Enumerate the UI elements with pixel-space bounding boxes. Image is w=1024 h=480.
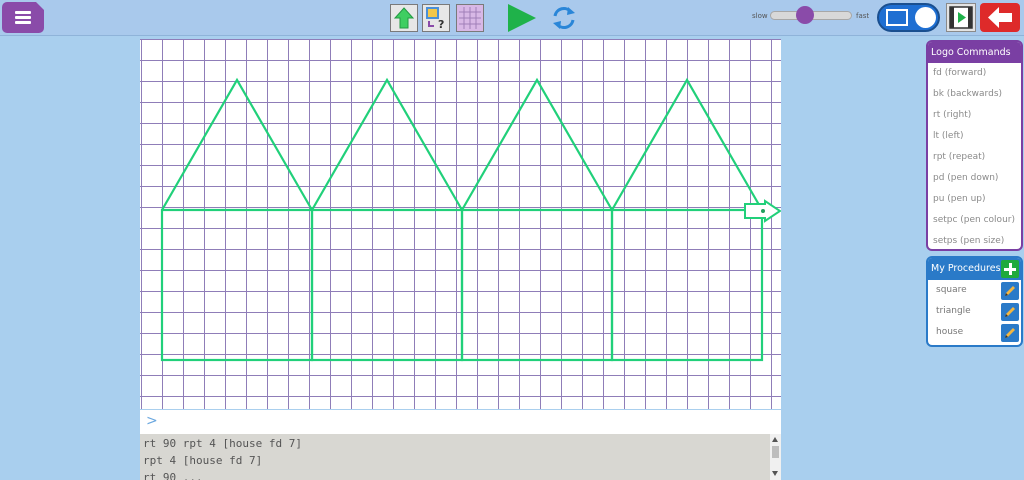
command-history[interactable]: rt 90 rpt 4 [house fd 7] rpt 4 [house fd…	[140, 434, 781, 480]
hamburger-icon	[15, 11, 31, 14]
procedure-label: house	[936, 327, 964, 337]
edit-procedure-button[interactable]	[1001, 324, 1019, 342]
scroll-up-icon[interactable]	[772, 437, 778, 442]
up-arrow-icon	[393, 7, 415, 29]
house-square-3	[460, 208, 614, 362]
edit-procedure-button[interactable]	[1001, 303, 1019, 321]
logo-commands-panel: Logo Commands fd (forward) bk (backwards…	[926, 40, 1023, 251]
command-item-lt[interactable]: lt (left)	[928, 126, 1021, 147]
turtle-home-button[interactable]	[390, 4, 418, 32]
turtle-drawing	[160, 77, 781, 362]
speed-slider-thumb[interactable]	[796, 6, 814, 24]
house-square-1	[160, 208, 314, 362]
film-play-icon	[949, 6, 973, 29]
history-scrollbar[interactable]	[770, 434, 781, 480]
command-item-pu[interactable]: pu (pen up)	[928, 189, 1021, 210]
procedures-header: My Procedures	[928, 258, 1021, 280]
text-view-icon	[886, 9, 908, 26]
house-roof-3	[461, 77, 613, 211]
house-roof-2	[311, 77, 463, 211]
house-roof-1	[161, 77, 313, 211]
turtle-arrow-icon	[744, 199, 781, 223]
menu-corner-fold	[36, 2, 44, 10]
logo-commands-title: Logo Commands	[928, 42, 1021, 63]
back-arrow-icon	[988, 7, 1012, 28]
procedures-title: My Procedures	[931, 263, 1001, 274]
pencil-icon	[1005, 328, 1015, 338]
procedure-item-house[interactable]: house	[928, 322, 1021, 343]
video-button[interactable]	[946, 3, 976, 32]
menu-button[interactable]	[2, 2, 44, 33]
command-item-rt[interactable]: rt (right)	[928, 105, 1021, 126]
procedure-label: triangle	[936, 306, 971, 316]
history-line[interactable]: rpt 4 [house fd 7]	[143, 454, 262, 467]
play-button[interactable]	[506, 3, 538, 33]
procedure-item-triangle[interactable]: triangle	[928, 301, 1021, 322]
drawing-canvas[interactable]	[140, 39, 781, 409]
pencil-icon	[1005, 307, 1015, 317]
procedure-label: square	[936, 285, 967, 295]
command-item-pd[interactable]: pd (pen down)	[928, 168, 1021, 189]
house-square-4	[610, 208, 764, 362]
prompt-chevron-icon: >	[146, 413, 158, 429]
back-button[interactable]	[980, 3, 1020, 32]
scroll-down-icon[interactable]	[772, 471, 778, 476]
scroll-thumb[interactable]	[772, 446, 779, 458]
reset-refresh-icon[interactable]	[550, 4, 578, 32]
grid-toggle-button[interactable]	[456, 4, 484, 32]
procedure-item-square[interactable]: square	[928, 280, 1021, 301]
my-procedures-panel: My Procedures square triangle house	[926, 256, 1023, 347]
speed-fast-label: fast	[856, 12, 870, 20]
grid-icon	[459, 7, 481, 29]
edit-procedure-button[interactable]	[1001, 282, 1019, 300]
house-roof-4	[611, 77, 763, 211]
command-input[interactable]: >	[140, 410, 781, 434]
command-item-bk[interactable]: bk (backwards)	[928, 84, 1021, 105]
picture-question-icon: ?	[426, 7, 444, 31]
house-square-2	[310, 208, 464, 362]
top-toolbar: ? slow fast	[0, 0, 1024, 36]
view-mode-toggle[interactable]	[877, 3, 940, 32]
command-item-fd[interactable]: fd (forward)	[928, 63, 1021, 84]
add-procedure-button[interactable]	[1001, 260, 1019, 278]
history-line[interactable]: rt 90 rpt 4 [house fd 7]	[143, 437, 302, 450]
help-picture-button[interactable]: ?	[422, 4, 450, 32]
command-item-rpt[interactable]: rpt (repeat)	[928, 147, 1021, 168]
svg-text:?: ?	[438, 18, 444, 31]
speed-slow-label: slow	[752, 12, 768, 20]
history-line[interactable]: rt 90 ...	[143, 471, 203, 480]
toggle-knob	[915, 7, 936, 28]
pencil-icon	[1005, 286, 1015, 296]
command-item-setpc[interactable]: setpc (pen colour)	[928, 210, 1021, 231]
command-item-setps[interactable]: setps (pen size)	[928, 231, 1021, 249]
